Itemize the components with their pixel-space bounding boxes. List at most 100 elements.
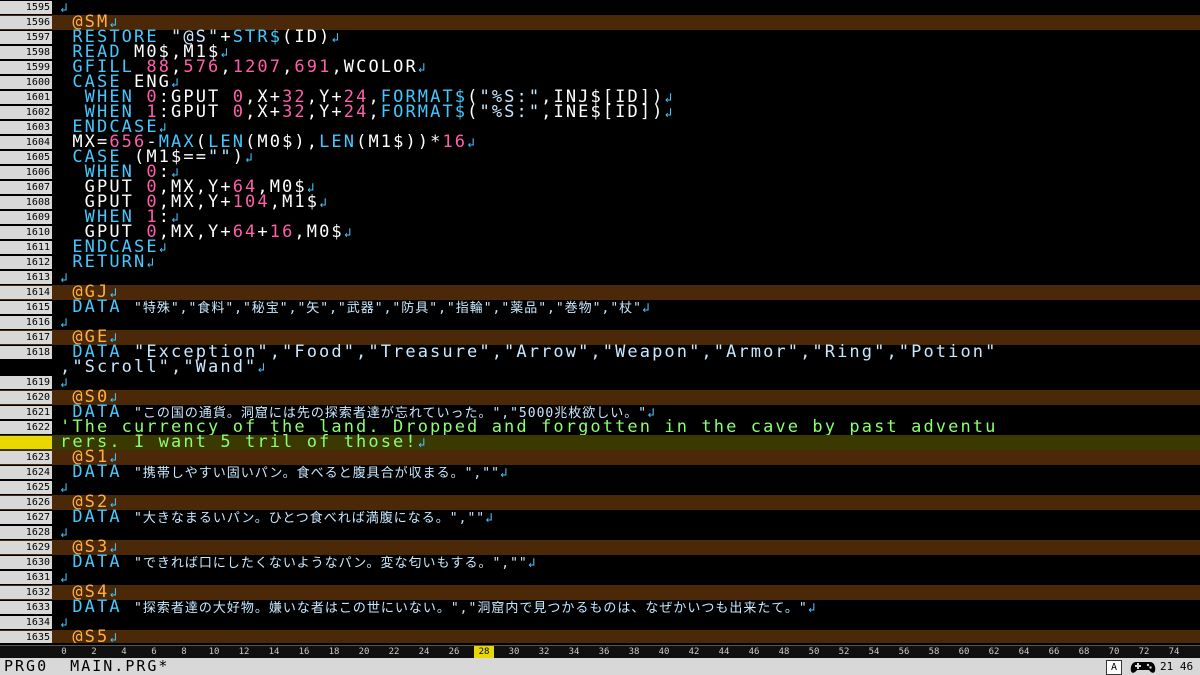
- ruler-tick: 36: [598, 647, 610, 657]
- ruler-tick: 24: [418, 647, 430, 657]
- code-editor[interactable]: 1595 ↲ 1596 @SM↲ 1597 RESTORE "@S"+STR$(ID)…: [0, 0, 1200, 643]
- code-token: ,INE$[ID]): [541, 102, 665, 122]
- line-number: 1631: [0, 571, 52, 584]
- code-token: LEN: [319, 132, 357, 152]
- code-token: "探索者達の大好物。嫌いな者はこの世にいない。","洞窟内で見つかるものは、なぜ…: [134, 601, 808, 616]
- line-number: 1595: [0, 1, 52, 14]
- ruler-tick: 48: [778, 647, 790, 657]
- code-token: FORMAT$: [380, 102, 468, 122]
- code-line[interactable]: 1602 WHEN 1:GPUT 0,X+32,Y+24,FORMAT$("%S…: [0, 102, 1200, 122]
- line-number: 1632: [0, 586, 52, 599]
- code-token: "%S:": [479, 102, 542, 122]
- newline-marker-icon: ↲: [664, 106, 675, 121]
- code-line[interactable]: 1625 ↲: [0, 480, 1200, 496]
- code-line[interactable]: 1628 ↲: [0, 525, 1200, 541]
- code-line-label[interactable]: 1629 @S3↲: [0, 539, 1200, 556]
- code-line[interactable]: 1630 DATA "できれば口にしたくないようなパン。変な匂いもする。",""…: [0, 554, 1200, 571]
- code-line[interactable]: 1619 ↲: [0, 375, 1200, 391]
- code-line-label[interactable]: 1632 @S4↲: [0, 584, 1200, 601]
- code-token: @S5: [60, 627, 110, 644]
- code-line[interactable]: rers. I want 5 tril of those!↲: [0, 432, 1200, 452]
- ruler-tick: 66: [1048, 647, 1060, 657]
- line-number: 1625: [0, 481, 52, 494]
- code-text: rers. I want 5 tril of those!↲: [60, 432, 428, 452]
- code-token: :GPUT: [158, 102, 233, 122]
- code-line[interactable]: 1627 DATA "大きなまるいパン。ひとつ食べれば満腹になる。",""↲: [0, 507, 1200, 527]
- code-line[interactable]: 1615 DATA "特殊","食料","秘宝","矢","武器","防具","…: [0, 299, 1200, 316]
- ruler-tick: 68: [1078, 647, 1090, 657]
- ruler-tick: 70: [1108, 647, 1120, 657]
- code-token: (M0$),: [245, 132, 320, 152]
- code-line[interactable]: 1599 GFILL 88,576,1207,691,WCOLOR↲: [0, 57, 1200, 77]
- code-line-label[interactable]: 1635 @S5↲: [0, 627, 1200, 644]
- line-number: 1606: [0, 166, 52, 179]
- input-mode-indicator[interactable]: A: [1106, 660, 1122, 675]
- newline-marker-icon: ↲: [807, 601, 818, 616]
- code-line[interactable]: 1634 ↲: [0, 615, 1200, 631]
- ruler-tick: 16: [298, 647, 310, 657]
- code-line[interactable]: 1616 ↲: [0, 315, 1200, 331]
- code-line[interactable]: 1633 DATA "探索者達の大好物。嫌いな者はこの世にいない。","洞窟内で…: [0, 597, 1200, 617]
- status-bar: PRG0 MAIN.PRG* A 21 46: [0, 658, 1200, 675]
- code-token: DATA: [60, 597, 135, 617]
- code-line-label[interactable]: 1614 @GJ↲: [0, 284, 1200, 301]
- newline-marker-icon: ↲: [158, 241, 169, 256]
- line-number: 1608: [0, 196, 52, 209]
- ruler-tick: 14: [268, 647, 280, 657]
- code-token: ,: [171, 57, 184, 77]
- line-number: 1601: [0, 91, 52, 104]
- code-text: DATA "携帯しやすい固いパン。食べると腹具合が収まる。",""↲: [60, 464, 510, 482]
- file-name: PRG0 MAIN.PRG*: [4, 657, 170, 675]
- ruler-tick: 32: [538, 647, 550, 657]
- newline-marker-icon: ↲: [527, 556, 538, 571]
- code-token: DATA: [60, 507, 135, 527]
- code-token: 1207: [232, 57, 283, 77]
- line-number: 1611: [0, 241, 52, 254]
- code-line[interactable]: 1605 CASE (M1$=="")↲: [0, 147, 1200, 167]
- line-number: 1628: [0, 526, 52, 539]
- code-line[interactable]: 1624 DATA "携帯しやすい固いパン。食べると腹具合が収まる。",""↲: [0, 464, 1200, 482]
- code-line[interactable]: 1595 ↲: [0, 0, 1200, 16]
- newline-marker-icon: ↲: [343, 226, 354, 241]
- code-line-label[interactable]: 1626 @S2↲: [0, 494, 1200, 511]
- line-number: 1635: [0, 631, 52, 643]
- ruler-tick: 46: [748, 647, 760, 657]
- line-number: 1610: [0, 226, 52, 239]
- code-token: ,M0$: [294, 222, 344, 242]
- code-token: "": [208, 147, 233, 167]
- line-number: 1602: [0, 106, 52, 119]
- ruler-tick: 64: [1018, 647, 1030, 657]
- code-line[interactable]: 1612 RETURN↲: [0, 254, 1200, 271]
- code-line-label[interactable]: 1620 @S0↲: [0, 389, 1200, 406]
- ruler-tick: 26: [448, 647, 460, 657]
- ruler-tick: 38: [628, 647, 640, 657]
- code-token: ,MX,Y+: [158, 222, 233, 242]
- code-line[interactable]: 1610 GPUT 0,MX,Y+64+16,M0$↲: [0, 222, 1200, 242]
- line-number: 1622: [0, 421, 52, 434]
- code-token: rers. I want 5 tril of those!: [60, 432, 418, 452]
- line-number: 1618: [0, 346, 52, 359]
- ruler-tick: 10: [208, 647, 220, 657]
- line-number: 1633: [0, 601, 52, 614]
- newline-marker-icon: ↲: [417, 61, 428, 76]
- code-token: ,: [368, 102, 381, 122]
- newline-marker-icon: ↲: [664, 91, 675, 106]
- code-line-label[interactable]: 1623 @S1↲: [0, 449, 1200, 466]
- ruler-tick: 30: [508, 647, 520, 657]
- line-number: 1630: [0, 556, 52, 569]
- code-line[interactable]: ,"Scroll","Wand"↲: [0, 359, 1200, 377]
- code-line[interactable]: 1611 ENDCASE↲: [0, 239, 1200, 256]
- code-token: 16: [269, 222, 295, 242]
- line-number: 1620: [0, 391, 52, 404]
- line-number: 1612: [0, 256, 52, 269]
- line-number: 1614: [0, 286, 52, 299]
- code-token: ,: [220, 57, 233, 77]
- cursor-position: 21 46: [1160, 660, 1194, 673]
- code-line[interactable]: 1631 ↲: [0, 570, 1200, 586]
- code-line[interactable]: 1608 GPUT 0,MX,Y+104,M1$↲: [0, 194, 1200, 211]
- code-line[interactable]: 1613 ↲: [0, 270, 1200, 286]
- code-text: @S5↲: [60, 627, 119, 644]
- line-number: 1617: [0, 331, 52, 344]
- line-number: 1615: [0, 301, 52, 314]
- smilebasic-editor-screen: 1595 ↲ 1596 @SM↲ 1597 RESTORE "@S"+STR$(ID)…: [0, 0, 1200, 675]
